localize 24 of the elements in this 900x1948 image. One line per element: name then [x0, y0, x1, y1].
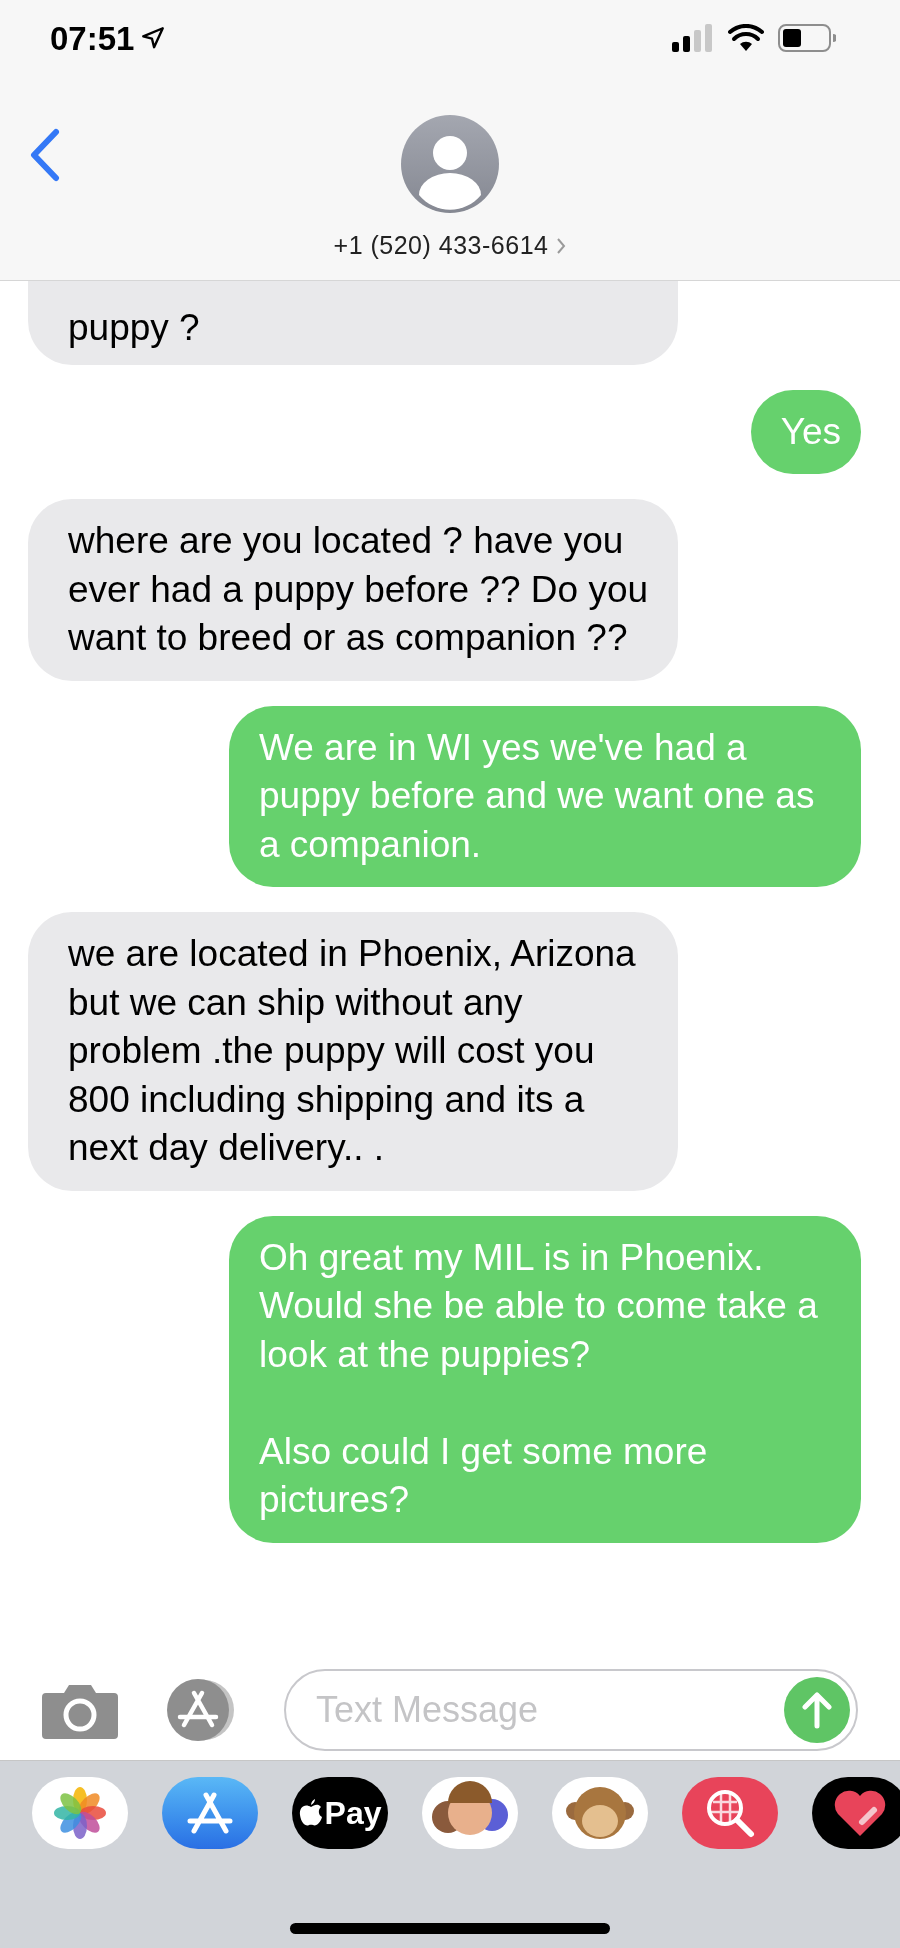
back-chevron-icon — [28, 128, 62, 182]
flower-icon — [53, 1786, 107, 1840]
contact-avatar-icon[interactable] — [401, 115, 499, 213]
back-button[interactable] — [28, 128, 62, 182]
received-message-bubble: where are you located ? have you ever had a puppy before ?? Do you want to breed or as companion ?? — [28, 499, 678, 681]
chevron-right-icon — [556, 236, 567, 255]
pay-label: Pay — [324, 1794, 382, 1833]
arrow-up-icon — [802, 1691, 832, 1729]
heart-icon — [832, 1788, 888, 1838]
sent-message-bubble: We are in WI yes we've had a puppy before and we want one as a companion. — [229, 705, 861, 887]
battery-icon — [778, 24, 836, 52]
sent-message-bubble: Yes — [750, 389, 861, 474]
text-input[interactable]: Text Message — [316, 1683, 784, 1737]
apple-pay-button[interactable]: Pay — [292, 1777, 388, 1849]
wifi-icon — [728, 24, 764, 52]
received-message-bubble: we are located in Phoenix, Arizona but we can ship without any problem .the puppy will cost you 800 including shipping and its a next day delivery.. . — [28, 912, 678, 1191]
clock-time: 07:51 — [50, 21, 135, 55]
sent-message-bubble: Oh great my MIL is in Phoenix. Would she be able to come take a look at the puppies? Also could I get some more pictures? — [229, 1215, 861, 1543]
apple-logo-icon — [298, 1799, 323, 1827]
send-button[interactable] — [784, 1677, 850, 1743]
location-arrow-icon — [140, 25, 167, 51]
message-input-field[interactable]: Text Message — [284, 1669, 858, 1751]
signal-icon — [672, 24, 714, 52]
digital-touch-button[interactable] — [812, 1777, 900, 1849]
